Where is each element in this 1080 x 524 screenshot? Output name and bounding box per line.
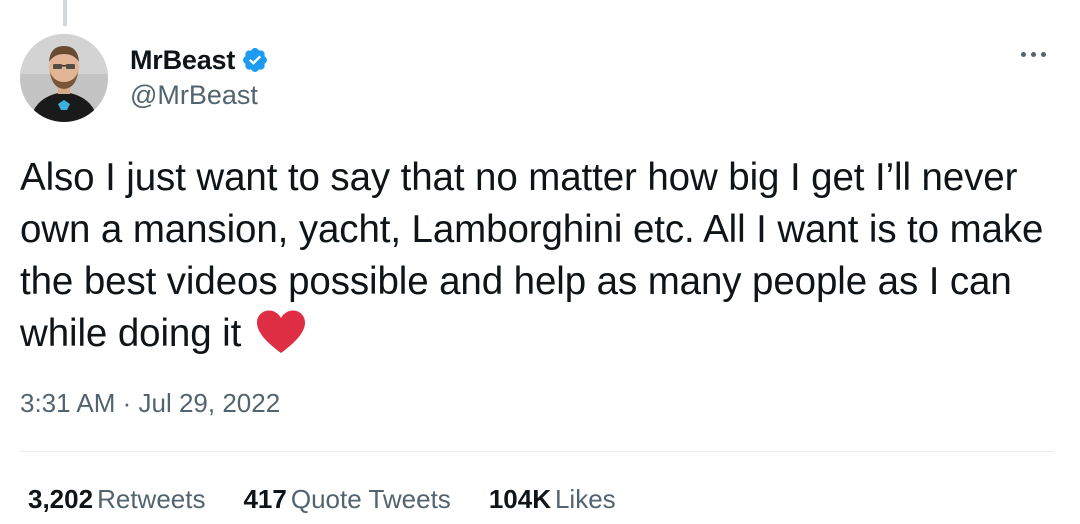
quote-tweets-count: 417 bbox=[243, 484, 287, 514]
author-avatar[interactable] bbox=[20, 34, 108, 122]
retweets-count: 3,202 bbox=[28, 484, 94, 514]
verified-badge-icon bbox=[241, 46, 269, 74]
author-handle[interactable]: @MrBeast bbox=[130, 80, 258, 111]
quote-tweets-label: Quote Tweets bbox=[290, 484, 451, 514]
likes-stat[interactable]: 104K Likes bbox=[489, 484, 616, 515]
more-dot bbox=[1031, 52, 1036, 57]
more-options-icon[interactable] bbox=[1015, 46, 1052, 63]
likes-count: 104K bbox=[488, 484, 551, 514]
author-name-row[interactable]: MrBeast bbox=[130, 42, 269, 78]
red-heart-emoji-icon bbox=[256, 310, 306, 354]
tweet-text: Also I just want to say that no matter h… bbox=[20, 156, 1044, 355]
tweet-body: Also I just want to say that no matter h… bbox=[20, 152, 1060, 360]
stats-divider bbox=[20, 451, 1054, 452]
more-dot bbox=[1041, 52, 1046, 57]
quote-tweets-stat[interactable]: 417 Quote Tweets bbox=[243, 484, 450, 515]
engagement-stats: 3,202 Retweets 417 Quote Tweets 104K Likes bbox=[28, 484, 654, 515]
likes-label: Likes bbox=[554, 484, 616, 514]
author-display-name[interactable]: MrBeast bbox=[130, 45, 235, 76]
retweets-label: Retweets bbox=[97, 484, 206, 514]
profile-photo bbox=[20, 34, 108, 122]
retweets-stat[interactable]: 3,202 Retweets bbox=[28, 484, 205, 515]
thread-connector-line bbox=[63, 0, 67, 26]
more-dot bbox=[1021, 52, 1026, 57]
tweet-timestamp[interactable]: 3:31 AM · Jul 29, 2022 bbox=[20, 388, 280, 419]
